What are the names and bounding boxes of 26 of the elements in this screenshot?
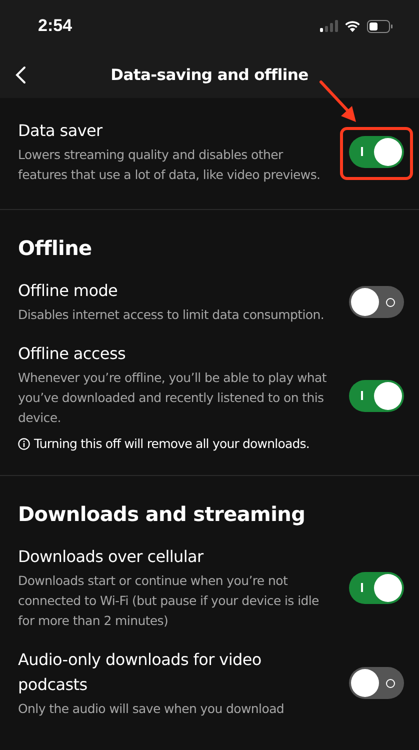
setting-description: Disables internet access to limit data consumption.	[18, 306, 326, 324]
setting-title: Downloads over cellular	[18, 546, 204, 568]
toggle-switch[interactable]	[349, 572, 404, 604]
section-heading: Downloads and streaming	[17, 501, 306, 528]
setting-title: Data saver	[18, 120, 104, 142]
page-title: Data-saving and offline	[110, 66, 308, 84]
toggle-switch[interactable]	[349, 667, 404, 699]
setting-description: Only the audio will save when you download	[18, 700, 286, 718]
info-icon	[18, 438, 30, 450]
toggle-switch[interactable]	[349, 380, 404, 412]
toggle-switch[interactable]	[349, 286, 404, 318]
back-icon[interactable]	[15, 66, 26, 84]
status-time: 2:54	[38, 16, 72, 36]
warning-note: Turning this off will remove all your downloads.	[34, 436, 310, 451]
signal-icon	[320, 20, 338, 32]
setting-title: Offline access	[18, 343, 127, 365]
setting-title: Offline mode	[18, 280, 119, 302]
setting-title: Audio-only downloads for video podcasts	[18, 649, 262, 696]
setting-description: Whenever you’re offline, you’ll be able to play what you’ve downloaded and recently listened to on this device.	[18, 369, 328, 427]
annotation-arrow	[319, 80, 359, 124]
setting-description: Downloads start or continue when you’re not connected to Wi-Fi (but pause if your device is idle for more than 2 minutes)	[18, 572, 320, 630]
toggle-switch[interactable]	[349, 136, 404, 168]
setting-description: Lowers streaming quality and disables other features that use a lot of data, like video previews.	[18, 146, 322, 184]
wifi-icon	[344, 20, 361, 32]
section-heading: Offline	[17, 235, 93, 262]
battery-icon	[367, 20, 393, 32]
